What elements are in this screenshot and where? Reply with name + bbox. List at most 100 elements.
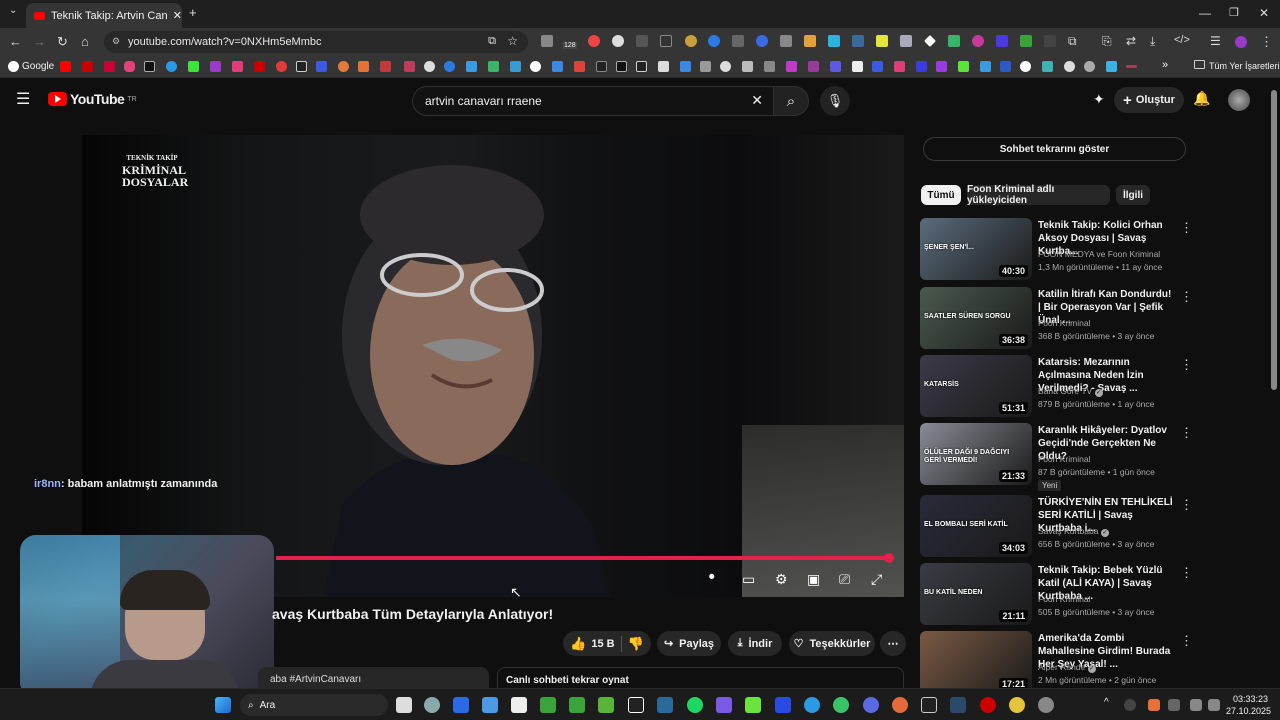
bookmark-40-icon[interactable] bbox=[894, 61, 905, 72]
more-options-icon[interactable]: ⋮ bbox=[1180, 220, 1193, 236]
whatsapp-icon[interactable] bbox=[833, 697, 849, 713]
extension-19-icon[interactable] bbox=[996, 35, 1008, 47]
youtube-logo[interactable]: YouTube TR bbox=[48, 91, 137, 107]
bookmark-28-icon[interactable] bbox=[636, 61, 647, 72]
bookmark-2-icon[interactable] bbox=[82, 61, 93, 72]
install-app-icon[interactable]: ⧉ bbox=[488, 35, 496, 48]
description-box[interactable]: aba #ArtvinCanavarı bbox=[258, 667, 489, 689]
more-options-icon[interactable]: ⋮ bbox=[1180, 357, 1193, 373]
bookmark-32-icon[interactable] bbox=[720, 61, 731, 72]
more-options-icon[interactable]: ⋮ bbox=[1180, 497, 1193, 513]
bookmark-17-icon[interactable] bbox=[404, 61, 415, 72]
network-icon[interactable] bbox=[1190, 699, 1202, 711]
bookmark-37-icon[interactable] bbox=[830, 61, 841, 72]
browser-menu-icon[interactable]: ⋮ bbox=[1260, 34, 1273, 50]
bookmark-43-icon[interactable] bbox=[958, 61, 969, 72]
discord-icon[interactable] bbox=[863, 697, 879, 713]
theater-mode-icon[interactable]: ▣ bbox=[807, 571, 820, 588]
extensions-puzzle-icon[interactable]: ⧉ bbox=[1068, 34, 1077, 49]
extension-6-icon[interactable] bbox=[685, 35, 697, 47]
search-button[interactable]: ⌕ bbox=[773, 86, 809, 116]
gemini-sparkle-icon[interactable]: ✦ bbox=[1093, 91, 1105, 108]
bookmark-kick-icon[interactable] bbox=[188, 61, 199, 72]
browser-tab-active[interactable]: Teknik Takip: Artvin Canavan | S ✕ bbox=[26, 3, 182, 28]
xbox-icon[interactable] bbox=[540, 697, 556, 713]
progress-scrubber[interactable] bbox=[884, 553, 894, 563]
bookmark-25-icon[interactable] bbox=[574, 61, 585, 72]
profile-avatar-icon[interactable] bbox=[1235, 36, 1247, 48]
show-chat-replay-button[interactable]: Sohbet tekrarını göster bbox=[923, 137, 1186, 161]
bookmark-telegram-icon[interactable] bbox=[166, 61, 177, 72]
menu-hamburger-icon[interactable]: ☰ bbox=[16, 89, 30, 109]
bookmark-22-icon[interactable] bbox=[510, 61, 521, 72]
bookmark-44-icon[interactable] bbox=[980, 61, 991, 72]
bookmark-all[interactable]: Tüm Yer İşaretleri bbox=[1209, 61, 1280, 71]
bookmark-3-icon[interactable] bbox=[104, 61, 115, 72]
chip-uploader[interactable]: Foon Kriminal adlı yükleyiciden bbox=[967, 184, 1110, 206]
recommendation-thumbnail[interactable]: BU KATİL NEDEN 21:11 bbox=[920, 563, 1032, 625]
bookmark-48-icon[interactable] bbox=[1064, 61, 1075, 72]
bookmark-instagram-icon[interactable] bbox=[124, 61, 135, 72]
telegram-taskbar-icon[interactable] bbox=[804, 697, 820, 713]
page-scrollbar[interactable] bbox=[1271, 82, 1277, 682]
bookmark-50-icon[interactable] bbox=[1106, 61, 1117, 72]
tray-mic-icon[interactable] bbox=[1148, 699, 1160, 711]
recommendation-item[interactable]: 17:21 Amerika'da Zombi Mahallesine Girdim… bbox=[920, 631, 1193, 695]
extension-15-icon[interactable] bbox=[900, 35, 912, 47]
create-button[interactable]: + Oluştur bbox=[1114, 87, 1184, 113]
system-clock[interactable]: 03:33:23 27.10.2025 bbox=[1226, 693, 1271, 717]
recommendation-item[interactable]: BU KATİL NEDEN 21:11 Teknik Takip: Bebek Y… bbox=[920, 563, 1193, 627]
bookmark-14-icon[interactable] bbox=[338, 61, 349, 72]
epic-icon[interactable] bbox=[628, 697, 644, 713]
video-player[interactable]: TEKNİK TAKİP KRİMİNAL DOSYALAR bbox=[82, 135, 904, 597]
bookmark-16-icon[interactable] bbox=[380, 61, 391, 72]
extension-17-icon[interactable] bbox=[948, 35, 960, 47]
extension-1-icon[interactable] bbox=[541, 35, 553, 47]
chip-all[interactable]: Tümü bbox=[921, 185, 961, 205]
bookmark-18-icon[interactable] bbox=[424, 61, 435, 72]
site-info-icon[interactable]: ⚙ bbox=[112, 36, 120, 47]
scrollbar-thumb[interactable] bbox=[1271, 90, 1277, 390]
chip-related[interactable]: İlgili bbox=[1116, 185, 1150, 205]
gamebar-icon[interactable] bbox=[569, 697, 585, 713]
extension-20-icon[interactable] bbox=[1020, 35, 1032, 47]
download-button[interactable]: ⤓ İndir bbox=[728, 631, 782, 656]
store-icon[interactable] bbox=[511, 697, 527, 713]
dislike-button[interactable]: 👎 bbox=[628, 636, 644, 652]
more-options-icon[interactable]: ⋮ bbox=[1180, 565, 1193, 581]
account-avatar[interactable] bbox=[1228, 89, 1250, 111]
extension-12-icon[interactable] bbox=[828, 35, 840, 47]
bookmark-10-icon[interactable] bbox=[254, 61, 265, 72]
app-icon[interactable] bbox=[745, 697, 761, 713]
bookmark-9-icon[interactable] bbox=[232, 61, 243, 72]
extension-10-icon[interactable] bbox=[780, 35, 792, 47]
bookmark-47-icon[interactable] bbox=[1042, 61, 1053, 72]
back-icon[interactable]: ← bbox=[9, 34, 22, 49]
live-chat-replay-panel[interactable]: Canlı sohbeti tekrar oynat bbox=[497, 667, 904, 689]
bookmark-19-icon[interactable] bbox=[444, 61, 455, 72]
fullscreen-icon[interactable]: ⤢ bbox=[871, 571, 882, 588]
bookmark-facebook-icon[interactable] bbox=[316, 61, 327, 72]
extension-13-icon[interactable] bbox=[852, 35, 864, 47]
recommendation-channel[interactable]: Alper Rende ✓ bbox=[1038, 662, 1096, 673]
recommendation-item[interactable]: ÖLÜLER DAĞI 9 DAĞCIYI GERİ VERMEDİ! 21:33… bbox=[920, 423, 1193, 491]
downloads-history-icon[interactable]: ⎘ bbox=[1102, 34, 1112, 49]
settings-gear-icon[interactable]: ⚙ bbox=[775, 571, 788, 588]
address-bar[interactable]: ⚙ youtube.com/watch?v=0NXHm5eMmbc ⧉ ☆ bbox=[104, 31, 528, 53]
extension-14-icon[interactable] bbox=[876, 35, 888, 47]
recommendation-thumbnail[interactable]: SAATLER SÜREN SORGU 36:38 bbox=[920, 287, 1032, 349]
more-actions-button[interactable]: ⋯ bbox=[880, 631, 906, 656]
recommendation-item[interactable]: ŞENER ŞEN'İ... 40:30 Teknik Takip: Kolici … bbox=[920, 218, 1193, 282]
steam-2-icon[interactable] bbox=[950, 697, 966, 713]
bookmark-31-icon[interactable] bbox=[700, 61, 711, 72]
bookmark-33-icon[interactable] bbox=[742, 61, 753, 72]
bookmark-15-icon[interactable] bbox=[358, 61, 369, 72]
extension-7-icon[interactable] bbox=[708, 35, 720, 47]
app-orange-icon[interactable] bbox=[892, 697, 908, 713]
like-button[interactable]: 👍 15 B bbox=[570, 636, 614, 652]
more-options-icon[interactable]: ⋮ bbox=[1180, 633, 1193, 649]
recommendation-channel[interactable]: Bana Göre TV ✓ bbox=[1038, 386, 1103, 397]
edge-icon[interactable] bbox=[657, 697, 673, 713]
recommendation-thumbnail[interactable]: EL BOMBALI SERİ KATİL 34:03 bbox=[920, 495, 1032, 557]
recommendation-channel[interactable]: Savaş Kurtbaba ✓ bbox=[1038, 526, 1109, 537]
